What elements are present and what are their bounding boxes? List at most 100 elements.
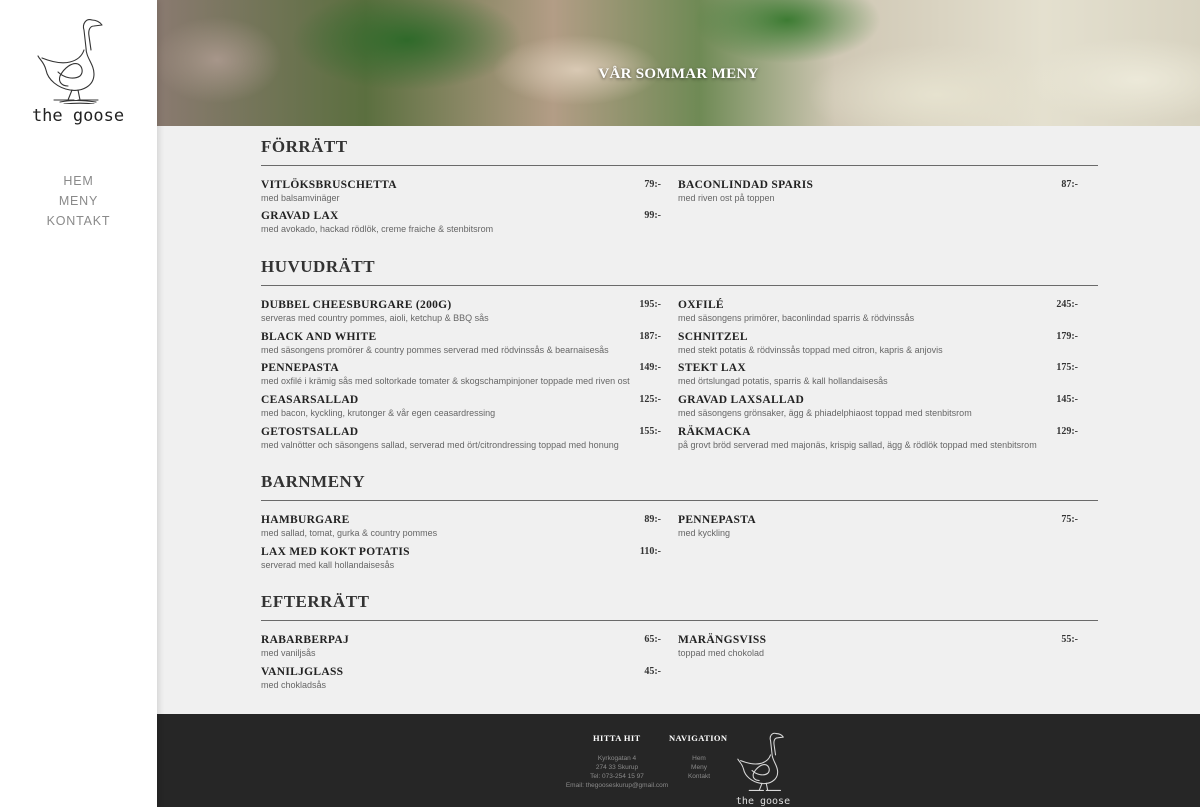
menu-item: RÄKMACKA på grovt bröd serverad med majo… bbox=[678, 426, 1078, 451]
item-name: MARÄNGSVISS bbox=[678, 634, 767, 646]
section-title: BARNMENY bbox=[261, 472, 366, 491]
menu-item: RABARBERPAJ med vaniljsås 65:- bbox=[261, 634, 661, 659]
section-forratt: FÖRRÄTT bbox=[261, 130, 1098, 166]
item-price: 129:- bbox=[1056, 426, 1078, 437]
brand-name: the goose bbox=[31, 106, 125, 126]
item-price: 195:- bbox=[639, 299, 661, 310]
item-price: 89:- bbox=[644, 514, 661, 525]
item-desc: med avokado, hackad rödlök, creme fraich… bbox=[261, 224, 494, 234]
item-desc: på grovt bröd serverad med majonäs, kris… bbox=[678, 440, 1037, 450]
item-desc: med chokladsås bbox=[261, 680, 327, 690]
item-price: 149:- bbox=[639, 362, 661, 373]
item-name: LAX MED KOKT POTATIS bbox=[261, 546, 410, 558]
item-desc: med balsamvinäger bbox=[261, 193, 340, 203]
item-price: 79:- bbox=[644, 179, 661, 190]
item-desc: med säsongens primörer, baconlindad spar… bbox=[678, 313, 915, 323]
item-name: RABARBERPAJ bbox=[261, 634, 350, 646]
item-desc: serverad med kall hollandaisesås bbox=[261, 560, 395, 570]
sidebar: the goose HEM MENY KONTAKT bbox=[0, 0, 157, 807]
item-desc: med riven ost på toppen bbox=[678, 193, 775, 203]
nav-item-hem[interactable]: HEM bbox=[0, 171, 157, 191]
item-desc: med stekt potatis & rödvinssås toppad me… bbox=[678, 345, 943, 355]
item-name: GETOSTSALLAD bbox=[261, 426, 359, 438]
item-price: 75:- bbox=[1061, 514, 1078, 525]
menu-item: BLACK AND WHITE med säsongens promörer &… bbox=[261, 331, 661, 356]
item-desc: med vaniljsås bbox=[261, 648, 316, 658]
item-name: OXFILÉ bbox=[678, 299, 724, 311]
section-divider bbox=[261, 620, 1098, 621]
menu-item: HAMBURGARE med sallad, tomat, gurka & co… bbox=[261, 514, 661, 539]
section-divider bbox=[261, 285, 1098, 286]
section-divider bbox=[261, 165, 1098, 166]
section-divider bbox=[261, 500, 1098, 501]
item-name: CEASARSALLAD bbox=[261, 394, 359, 406]
item-price: 175:- bbox=[1056, 362, 1078, 373]
menu-item: VITLÖKSBRUSCHETTA med balsamvinäger 79:- bbox=[261, 179, 661, 204]
section-barnmeny: BARNMENY bbox=[261, 465, 1098, 501]
menu-item: GETOSTSALLAD med valnötter och säsongens… bbox=[261, 426, 661, 451]
item-desc: med örtslungad potatis, sparris & kall h… bbox=[678, 376, 888, 386]
menu-item: PENNEPASTA med oxfilé i krämig sås med s… bbox=[261, 362, 661, 387]
item-price: 110:- bbox=[639, 546, 661, 557]
item-price: 55:- bbox=[1061, 634, 1078, 645]
footer-find-title: HITTA HIT bbox=[593, 733, 641, 743]
menu-item: GRAVAD LAX med avokado, hackad rödlök, c… bbox=[261, 210, 661, 235]
goose-icon bbox=[37, 19, 103, 104]
section-title: HUVUDRÄTT bbox=[261, 257, 376, 276]
footer-nav-kontakt[interactable]: Kontakt bbox=[669, 772, 729, 782]
goose-logo[interactable]: the goose bbox=[22, 16, 134, 128]
menu-item: OXFILÉ med säsongens primörer, baconlind… bbox=[678, 299, 1078, 324]
footer-email[interactable]: Email: thegooseskurup@gmail.com bbox=[557, 781, 677, 791]
item-name: VITLÖKSBRUSCHETTA bbox=[261, 179, 397, 191]
item-name: GRAVAD LAX bbox=[261, 210, 339, 222]
menu-item: LAX MED KOKT POTATIS serverad med kall h… bbox=[261, 546, 661, 571]
item-name: VANILJGLASS bbox=[261, 666, 344, 678]
item-desc: med säsongens grönsaker, ägg & phiadelph… bbox=[678, 408, 972, 418]
section-title: EFTERRÄTT bbox=[261, 592, 370, 611]
menu-item: BACONLINDAD SPARIS med riven ost på topp… bbox=[678, 179, 1078, 204]
item-desc: toppad med chokolad bbox=[678, 648, 765, 658]
item-name: RÄKMACKA bbox=[678, 426, 751, 438]
item-name: PENNEPASTA bbox=[261, 362, 339, 374]
item-price: 155:- bbox=[639, 426, 661, 437]
item-price: 179:- bbox=[1056, 331, 1078, 342]
item-name: BLACK AND WHITE bbox=[261, 331, 377, 343]
main-nav: HEM MENY KONTAKT bbox=[0, 171, 157, 231]
item-desc: med oxfilé i krämig sås med soltorkade t… bbox=[261, 376, 630, 386]
item-name: PENNEPASTA bbox=[678, 514, 756, 526]
item-desc: med valnötter och säsongens sallad, serv… bbox=[261, 440, 619, 450]
menu-item: GRAVAD LAXSALLAD med säsongens grönsaker… bbox=[678, 394, 1078, 419]
item-desc: med kyckling bbox=[678, 528, 731, 538]
menu-item: CEASARSALLAD med bacon, kyckling, kruton… bbox=[261, 394, 661, 419]
hero-title: VÅR SOMMAR MENY bbox=[598, 66, 759, 82]
item-price: 125:- bbox=[639, 394, 661, 405]
menu-item: PENNEPASTA med kyckling 75:- bbox=[678, 514, 1078, 539]
nav-item-kontakt[interactable]: KONTAKT bbox=[0, 211, 157, 231]
item-desc: med sallad, tomat, gurka & country pomme… bbox=[261, 528, 438, 538]
footer-brand-name: the goose bbox=[735, 796, 791, 807]
item-name: BACONLINDAD SPARIS bbox=[678, 179, 814, 191]
item-desc: med säsongens promörer & country pommes … bbox=[261, 345, 609, 355]
menu-item: STEKT LAX med örtslungad potatis, sparri… bbox=[678, 362, 1078, 387]
item-price: 99:- bbox=[644, 210, 661, 221]
menu-item: DUBBEL CHEESBURGARE (200G) serveras med … bbox=[261, 299, 661, 324]
item-price: 145:- bbox=[1056, 394, 1078, 405]
menu-item: SCHNITZEL med stekt potatis & rödvinssås… bbox=[678, 331, 1078, 356]
item-price: 187:- bbox=[639, 331, 661, 342]
footer-goose-logo[interactable]: the goose bbox=[731, 729, 795, 807]
nav-item-meny[interactable]: MENY bbox=[0, 191, 157, 211]
section-efterratt: EFTERRÄTT bbox=[261, 585, 1098, 621]
menu-item: VANILJGLASS med chokladsås 45:- bbox=[261, 666, 661, 691]
item-price: 87:- bbox=[1061, 179, 1078, 190]
item-name: STEKT LAX bbox=[678, 362, 746, 374]
footer: HITTA HIT Kyrkogatan 4 274 33 Skurup Tel… bbox=[157, 714, 1200, 807]
section-huvudratt: HUVUDRÄTT bbox=[261, 250, 1098, 286]
item-desc: serveras med country pommes, aioli, ketc… bbox=[261, 313, 489, 323]
item-name: GRAVAD LAXSALLAD bbox=[678, 394, 805, 406]
item-price: 45:- bbox=[644, 666, 661, 677]
hero-banner: VÅR SOMMAR MENY bbox=[157, 0, 1200, 126]
menu-item: MARÄNGSVISS toppad med chokolad 55:- bbox=[678, 634, 1078, 659]
item-name: DUBBEL CHEESBURGARE (200G) bbox=[261, 299, 452, 311]
goose-icon bbox=[737, 732, 784, 791]
section-title: FÖRRÄTT bbox=[261, 137, 348, 156]
